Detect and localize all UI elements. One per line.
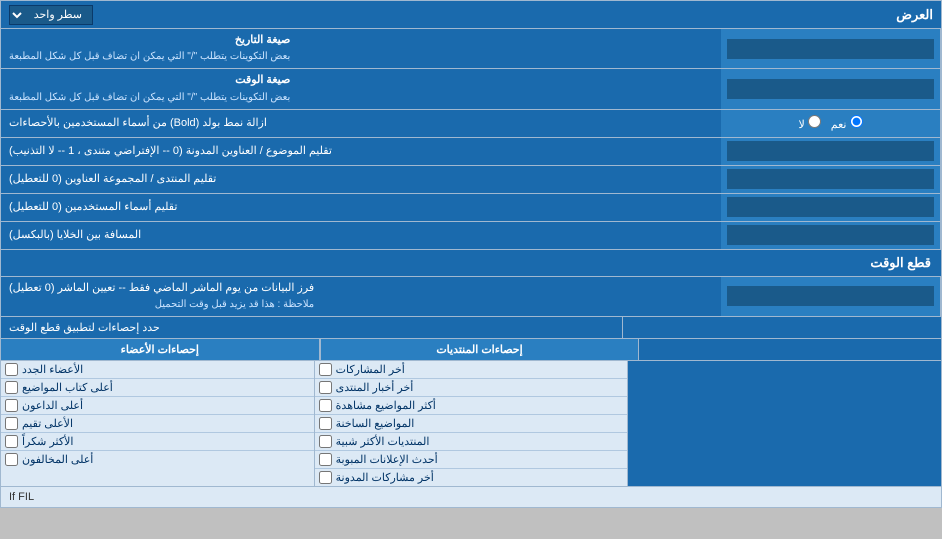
stats-apply-label: حدد إحصاءات لتطبيق قطع الوقت	[1, 317, 623, 338]
display-select[interactable]: سطر واحد سطرين ثلاثة أسطر	[9, 5, 93, 25]
cell-spacing-label: المسافة بين الخلايا (بالبكسل)	[1, 222, 721, 249]
top-row: العرض سطر واحد سطرين ثلاثة أسطر	[1, 1, 941, 29]
col1-item-3: المواضيع الساخنة	[315, 415, 628, 433]
col2-check-0[interactable]	[5, 363, 18, 376]
bold-remove-label: ازالة نمط بولد (Bold) من أسماء المستخدمي…	[1, 110, 721, 137]
col2-item-3: الأعلى تقيم	[1, 415, 314, 433]
footer-hint: If FIL	[1, 486, 941, 507]
col1-check-5[interactable]	[319, 453, 332, 466]
stats-label-row: حدد إحصاءات لتطبيق قطع الوقت	[1, 317, 941, 339]
col1-header: إحصاءات المنتديات	[320, 339, 639, 360]
col2-check-1[interactable]	[5, 381, 18, 394]
col2-header: إحصاءات الأعضاء	[1, 339, 320, 360]
col1-item-2: أكثر المواضيع مشاهدة	[315, 397, 628, 415]
col2-item-4: الأكثر شكراً	[1, 433, 314, 451]
date-format-input[interactable]: d-m	[727, 39, 934, 59]
date-format-row: d-m صيغة التاريخ بعض التكوينات يتطلب "/"…	[1, 29, 941, 69]
bold-radio-group: نعم لا	[790, 113, 870, 133]
col1-check-2[interactable]	[319, 399, 332, 412]
time-format-label: صيغة الوقت بعض التكوينات يتطلب "/" التي …	[1, 69, 721, 108]
radio-yes[interactable]	[850, 115, 863, 128]
stats-label-full	[623, 317, 941, 338]
col1-item-5: أحدث الإعلانات المبوبة	[315, 451, 628, 469]
cell-spacing-input[interactable]: 2	[727, 225, 934, 245]
empty-left-col	[627, 361, 941, 486]
radio-no-label: لا	[798, 115, 820, 131]
topic-order-label: تقليم الموضوع / العناوين المدونة (0 -- ا…	[1, 138, 721, 165]
bold-remove-radio-container: نعم لا	[721, 110, 941, 137]
col1-check-3[interactable]	[319, 417, 332, 430]
date-format-label: صيغة التاريخ بعض التكوينات يتطلب "/" الت…	[1, 29, 721, 68]
col2-item-5: أعلى المخالفون	[1, 451, 314, 468]
date-format-input-container: d-m	[721, 29, 941, 68]
checkboxes-header: إحصاءات المنتديات إحصاءات الأعضاء	[1, 339, 941, 361]
time-cut-input-container: 0	[721, 277, 941, 316]
users-order-input[interactable]: 0	[727, 197, 934, 217]
col1-item-4: المنتديات الأكثر شبية	[315, 433, 628, 451]
col2-item-2: أعلى الداعون	[1, 397, 314, 415]
radio-no[interactable]	[808, 115, 821, 128]
radio-yes-label: نعم	[831, 115, 863, 131]
col1-item-6: أخر مشاركات المدونة	[315, 469, 628, 486]
col1-check-0[interactable]	[319, 363, 332, 376]
users-order-label: تقليم أسماء المستخدمين (0 للتعطيل)	[1, 194, 721, 221]
col1-check-6[interactable]	[319, 471, 332, 484]
cell-spacing-row: 2 المسافة بين الخلايا (بالبكسل)	[1, 222, 941, 250]
col2-check-2[interactable]	[5, 399, 18, 412]
users-order-input-container: 0	[721, 194, 941, 221]
forum-order-input[interactable]: 33	[727, 169, 934, 189]
col2-check-3[interactable]	[5, 417, 18, 430]
topic-order-input-container: 33	[721, 138, 941, 165]
time-cut-label: فرز البيانات من يوم الماشر الماضي فقط --…	[1, 277, 721, 316]
col2-checkboxes: الأعضاء الجدد أعلى كتاب المواضيع أعلى ال…	[1, 361, 314, 486]
topic-order-row: 33 تقليم الموضوع / العناوين المدونة (0 -…	[1, 138, 941, 166]
col1-checkboxes: أخر المشاركات أخر أخبار المنتدى أكثر الم…	[314, 361, 628, 486]
col1-check-4[interactable]	[319, 435, 332, 448]
empty-header-col	[638, 339, 941, 360]
time-format-row: H:i صيغة الوقت بعض التكوينات يتطلب "/" ا…	[1, 69, 941, 109]
page-title: العرض	[896, 7, 933, 23]
time-cut-input[interactable]: 0	[727, 286, 934, 306]
forum-order-input-container: 33	[721, 166, 941, 193]
bold-remove-row: نعم لا ازالة نمط بولد (Bold) من أسماء ال…	[1, 110, 941, 138]
main-container: العرض سطر واحد سطرين ثلاثة أسطر d-m صيغة…	[0, 0, 942, 508]
checkboxes-grid: أخر المشاركات أخر أخبار المنتدى أكثر الم…	[1, 361, 941, 486]
col2-item-0: الأعضاء الجدد	[1, 361, 314, 379]
col1-item-0: أخر المشاركات	[315, 361, 628, 379]
cell-spacing-input-container: 2	[721, 222, 941, 249]
users-order-row: 0 تقليم أسماء المستخدمين (0 للتعطيل)	[1, 194, 941, 222]
time-format-input[interactable]: H:i	[727, 79, 934, 99]
col1-check-1[interactable]	[319, 381, 332, 394]
time-cut-row: 0 فرز البيانات من يوم الماشر الماضي فقط …	[1, 277, 941, 317]
forum-order-label: تقليم المنتدى / المجموعة العناوين (0 للت…	[1, 166, 721, 193]
time-cut-header: قطع الوقت	[1, 250, 941, 277]
col2-check-5[interactable]	[5, 453, 18, 466]
time-format-input-container: H:i	[721, 69, 941, 108]
col2-item-1: أعلى كتاب المواضيع	[1, 379, 314, 397]
topic-order-input[interactable]: 33	[727, 141, 934, 161]
forum-order-row: 33 تقليم المنتدى / المجموعة العناوين (0 …	[1, 166, 941, 194]
col2-check-4[interactable]	[5, 435, 18, 448]
col1-item-1: أخر أخبار المنتدى	[315, 379, 628, 397]
